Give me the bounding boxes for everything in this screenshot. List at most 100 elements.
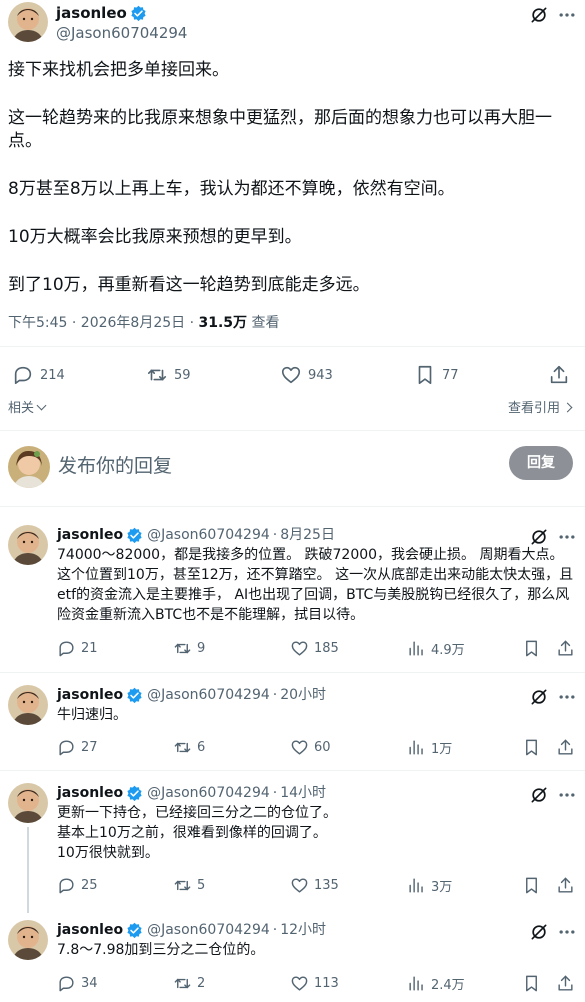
reply-text: 牛归速归。 [57, 707, 127, 723]
views-button[interactable]: 3万 [407, 876, 452, 895]
reply-author-name[interactable]: jasonleo [57, 920, 123, 940]
share-button[interactable] [556, 639, 575, 658]
like-button[interactable]: 60 [290, 738, 331, 757]
reply-time[interactable]: 14小时 [280, 783, 326, 803]
views-button[interactable]: 2.4万 [407, 974, 465, 993]
verified-icon [126, 922, 143, 939]
avatar[interactable] [8, 920, 48, 960]
bookmark-button[interactable] [522, 738, 541, 757]
related-toggle[interactable]: 相关 [8, 397, 47, 416]
view-quotes-link[interactable]: 查看引用 [508, 397, 573, 416]
reply-submit-button[interactable]: 回复 [509, 446, 573, 480]
views-button[interactable]: 1万 [407, 738, 452, 757]
bookmark-button[interactable]: 77 [414, 357, 459, 393]
reply-time[interactable]: 20小时 [280, 685, 326, 705]
reply-header: jasonleo @Jason60704294 · 12小时 [57, 920, 326, 940]
chevron-down-icon [36, 400, 47, 411]
retweet-button[interactable]: 2 [173, 974, 205, 993]
avatar-image [8, 685, 48, 725]
reply-button[interactable]: 214 [12, 357, 65, 393]
share-button[interactable] [548, 357, 570, 393]
author-name-text: jasonleo [56, 4, 127, 22]
like-button[interactable]: 135 [290, 876, 339, 895]
reply-composer: 发布你的回复 回复 [0, 430, 585, 506]
reply-button[interactable]: 34 [57, 974, 98, 993]
avatar[interactable] [8, 2, 48, 42]
reply-tweet[interactable]: jasonleo @Jason60704294 · 20小时 牛归速归。 27 … [0, 685, 585, 773]
retweet-button[interactable]: 59 [146, 357, 191, 393]
grok-icon[interactable] [529, 922, 549, 942]
views-button[interactable]: 4.9万 [407, 639, 465, 658]
author-name[interactable]: jasonleo [56, 3, 147, 23]
reply-button[interactable]: 27 [57, 738, 98, 757]
reply-author-name[interactable]: jasonleo [57, 525, 123, 545]
more-icon[interactable] [557, 527, 577, 547]
like-icon [290, 974, 309, 993]
reply-tweet[interactable]: jasonleo @Jason60704294 · 8月25日 74000～82… [0, 525, 585, 675]
bookmark-button[interactable] [522, 876, 541, 895]
thread-line [27, 827, 29, 913]
retweet-button[interactable]: 6 [173, 738, 205, 757]
retweet-icon [173, 639, 192, 658]
reply-author-name[interactable]: jasonleo [57, 685, 123, 705]
divider [0, 506, 585, 507]
more-icon[interactable] [557, 922, 577, 942]
avatar[interactable] [8, 446, 50, 488]
retweet-button[interactable]: 9 [173, 639, 205, 658]
reply-author-name[interactable]: jasonleo [57, 783, 123, 803]
avatar[interactable] [8, 783, 48, 823]
reply-author-handle[interactable]: @Jason60704294 [147, 685, 270, 705]
more-icon[interactable] [557, 785, 577, 805]
separator: · [272, 785, 278, 801]
reply-tweet[interactable]: jasonleo @Jason60704294 · 14小时 更新一下持仓，已经… [0, 783, 585, 913]
grok-icon[interactable] [529, 687, 549, 707]
tweet-timestamp[interactable]: 下午5:45 · 2026年8月25日 · [8, 315, 199, 331]
bookmark-icon [522, 974, 541, 993]
grok-icon[interactable] [529, 527, 549, 547]
reply-author-handle[interactable]: @Jason60704294 [147, 783, 270, 803]
reply-count: 21 [81, 641, 98, 656]
like-button[interactable]: 185 [290, 639, 339, 658]
reply-author-handle[interactable]: @Jason60704294 [147, 525, 270, 545]
share-button[interactable] [556, 974, 575, 993]
grok-icon[interactable] [529, 785, 549, 805]
more-icon[interactable] [557, 5, 577, 25]
reply-action-bar: 34 2 113 2.4万 [0, 974, 585, 998]
avatar[interactable] [8, 685, 48, 725]
views-icon [407, 639, 426, 658]
bookmark-count: 77 [442, 367, 459, 383]
reply-time[interactable]: 12小时 [280, 920, 326, 940]
like-button[interactable]: 943 [280, 357, 333, 393]
bookmark-button[interactable] [522, 974, 541, 993]
retweet-count: 6 [197, 740, 206, 755]
avatar-image [8, 525, 48, 565]
reply-icon [57, 639, 76, 658]
verified-icon [126, 785, 143, 802]
reply-time[interactable]: 8月25日 [280, 525, 335, 545]
share-button[interactable] [556, 738, 575, 757]
avatar-image [8, 2, 48, 42]
reply-author-handle[interactable]: @Jason60704294 [147, 920, 270, 940]
share-button[interactable] [556, 876, 575, 895]
grok-icon[interactable] [529, 5, 549, 25]
reply-tweet[interactable]: jasonleo @Jason60704294 · 12小时 7.8～7.98加… [0, 920, 585, 1002]
avatar-image [8, 446, 50, 488]
reply-button[interactable]: 25 [57, 876, 98, 895]
author-handle[interactable]: @Jason60704294 [56, 23, 187, 43]
views-count: 3万 [431, 880, 453, 895]
bookmark-icon [522, 639, 541, 658]
reply-header: jasonleo @Jason60704294 · 20小时 [57, 685, 326, 705]
more-icon[interactable] [557, 687, 577, 707]
reply-input[interactable]: 发布你的回复 [58, 452, 172, 480]
like-button[interactable]: 113 [290, 974, 339, 993]
reply-icon [57, 876, 76, 895]
reply-header: jasonleo @Jason60704294 · 14小时 [57, 783, 326, 803]
retweet-button[interactable]: 5 [173, 876, 205, 895]
tweet-action-bar: 214 59 943 77 [0, 357, 585, 395]
bookmark-icon [522, 876, 541, 895]
avatar[interactable] [8, 525, 48, 565]
bookmark-button[interactable] [522, 639, 541, 658]
avatar-image [8, 920, 48, 960]
views-label: 查看 [247, 315, 280, 331]
reply-button[interactable]: 21 [57, 639, 98, 658]
